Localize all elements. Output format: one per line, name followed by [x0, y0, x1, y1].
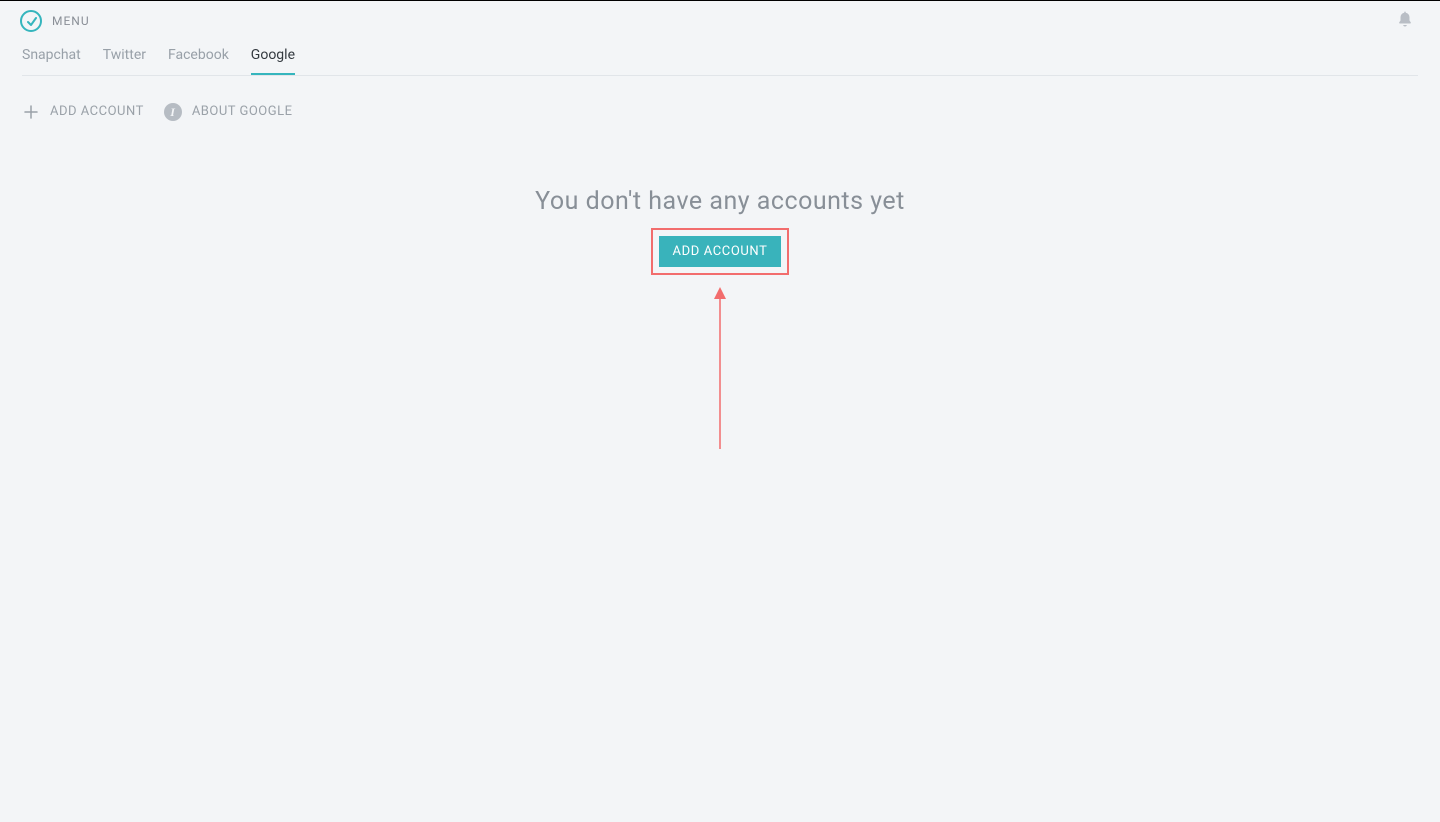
tab-google[interactable]: Google — [251, 45, 295, 75]
annotation-arrow-icon — [713, 287, 727, 449]
add-account-button[interactable]: ADD ACCOUNT — [659, 236, 782, 267]
about-google-label: ABOUT GOOGLE — [192, 104, 293, 119]
notifications-bell-icon[interactable] — [1396, 10, 1414, 32]
platform-tabs: Snapchat Twitter Facebook Google — [0, 40, 1440, 75]
tab-twitter[interactable]: Twitter — [103, 45, 146, 75]
plus-icon — [22, 103, 40, 121]
add-account-toolbar-button[interactable]: ADD ACCOUNT — [22, 103, 144, 121]
add-account-toolbar-label: ADD ACCOUNT — [50, 104, 144, 119]
menu-button[interactable]: MENU — [52, 14, 90, 28]
app-logo-icon[interactable] — [20, 10, 42, 32]
annotation-highlight-box: ADD ACCOUNT — [651, 228, 790, 275]
about-google-button[interactable]: i ABOUT GOOGLE — [164, 103, 293, 121]
header-bar: MENU — [0, 1, 1440, 40]
info-icon: i — [164, 103, 182, 121]
empty-state-heading: You don't have any accounts yet — [535, 187, 905, 216]
header-left: MENU — [20, 10, 90, 32]
toolbar: ADD ACCOUNT i ABOUT GOOGLE — [0, 76, 1440, 131]
tab-snapchat[interactable]: Snapchat — [22, 45, 81, 75]
tab-facebook[interactable]: Facebook — [168, 45, 229, 75]
empty-state: You don't have any accounts yet ADD ACCO… — [0, 187, 1440, 449]
